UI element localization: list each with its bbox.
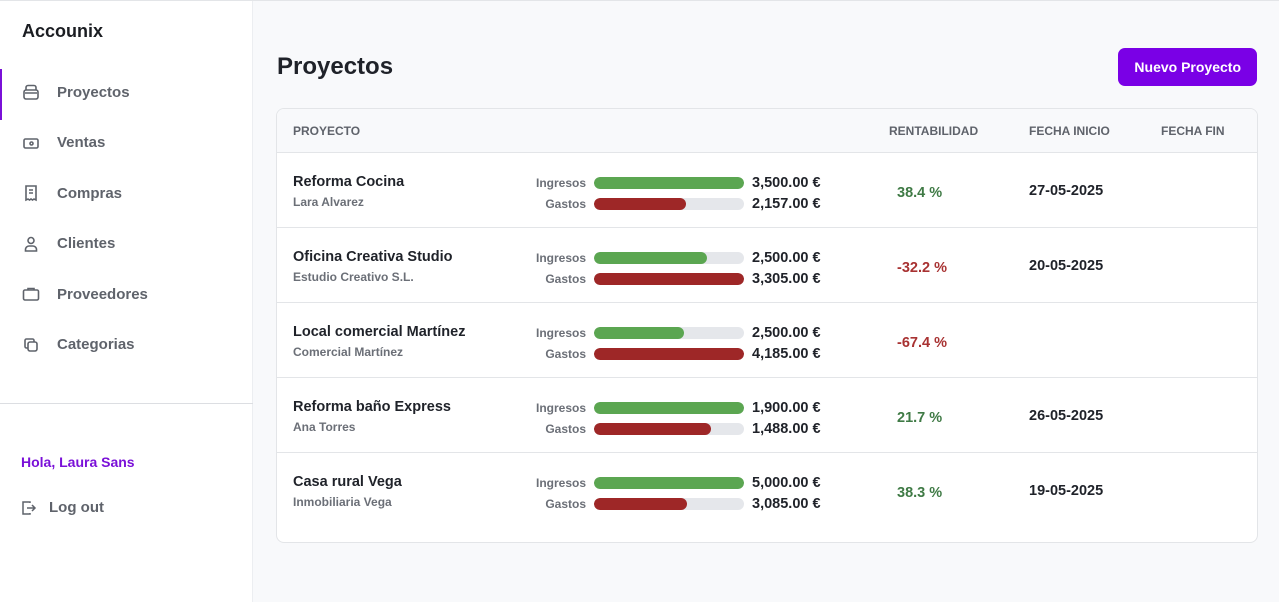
logout-button[interactable]: Log out xyxy=(21,499,104,516)
sidebar-item-label: Proveedores xyxy=(57,285,148,303)
income-value: 2,500.00 € xyxy=(752,249,821,266)
profit-value: 38.4 % xyxy=(897,185,943,201)
income-value: 5,000.00 € xyxy=(752,474,821,491)
profit-value: 38.3 % xyxy=(897,485,943,501)
table-row[interactable]: Oficina Creativa Studio Estudio Creativo… xyxy=(277,228,1257,303)
expense-value: 3,085.00 € xyxy=(752,495,821,512)
sidebar-item-clientes[interactable]: Clientes xyxy=(0,219,253,270)
header-end[interactable]: FECHA FIN xyxy=(1161,124,1225,138)
project-name[interactable]: Oficina Creativa Studio xyxy=(293,249,453,265)
sidebar-item-categorias[interactable]: Categorias xyxy=(0,320,253,371)
table-header: PROYECTO RENTABILIDAD FECHA INICIO FECHA… xyxy=(277,109,1257,153)
start-date: 19-05-2025 xyxy=(1029,483,1104,499)
receipt-icon xyxy=(25,185,37,202)
sidebar-item-label: Proyectos xyxy=(57,83,130,101)
income-expense-bars: Ingresos 3,500.00 € Gastos 2,157.00 € xyxy=(507,172,847,214)
sidebar-item-label: Categorias xyxy=(57,336,135,354)
sidebar-nav: Proyectos Ventas Compras Clientes Provee… xyxy=(0,67,253,370)
sidebar-item-label: Ventas xyxy=(57,134,106,152)
logout-icon xyxy=(22,500,37,515)
expense-value: 3,305.00 € xyxy=(752,270,821,287)
income-value: 2,500.00 € xyxy=(752,324,821,341)
income-expense-bars: Ingresos 5,000.00 € Gastos 3,085.00 € xyxy=(507,472,847,514)
expense-label: Gastos xyxy=(545,496,586,511)
expense-value: 2,157.00 € xyxy=(752,195,821,212)
income-label: Ingresos xyxy=(535,475,586,490)
income-label: Ingresos xyxy=(535,400,586,415)
sidebar-item-label: Clientes xyxy=(57,235,116,253)
header-profit[interactable]: RENTABILIDAD xyxy=(889,124,978,138)
profit-value: -67.4 % xyxy=(897,335,947,351)
expense-label: Gastos xyxy=(545,271,586,286)
table-row[interactable]: Casa rural Vega Inmobiliaria Vega Ingres… xyxy=(277,453,1257,528)
sidebar-item-ventas[interactable]: Ventas xyxy=(0,118,253,169)
profit-value: -32.2 % xyxy=(897,260,947,276)
table-row[interactable]: Reforma baño Express Ana Torres Ingresos… xyxy=(277,378,1257,453)
project-name[interactable]: Casa rural Vega xyxy=(293,474,402,490)
projects-table: PROYECTO RENTABILIDAD FECHA INICIO FECHA… xyxy=(276,108,1258,543)
sidebar-item-compras[interactable]: Compras xyxy=(0,168,253,219)
income-expense-bars: Ingresos 2,500.00 € Gastos 4,185.00 € xyxy=(507,322,847,364)
sidebar-item-proveedores[interactable]: Proveedores xyxy=(0,269,253,320)
expense-bar xyxy=(594,497,744,510)
project-client: Inmobiliaria Vega xyxy=(293,495,392,509)
archive-icon xyxy=(23,84,39,101)
project-client: Estudio Creativo S.L. xyxy=(293,270,414,284)
project-name[interactable]: Reforma Cocina xyxy=(293,174,404,190)
expense-value: 1,488.00 € xyxy=(752,420,821,437)
sidebar-divider xyxy=(0,403,253,404)
logout-label: Log out xyxy=(49,499,104,516)
header-start[interactable]: FECHA INICIO xyxy=(1029,124,1110,138)
expense-bar xyxy=(594,422,744,435)
user-icon xyxy=(24,236,38,252)
page-title: Proyectos xyxy=(277,53,394,80)
project-name[interactable]: Local comercial Martínez xyxy=(293,324,465,340)
income-value: 1,900.00 € xyxy=(752,399,821,416)
expense-label: Gastos xyxy=(545,346,586,361)
start-date: 26-05-2025 xyxy=(1029,408,1104,424)
copy-icon xyxy=(24,337,38,352)
expense-value: 4,185.00 € xyxy=(752,345,821,362)
brand-logo[interactable]: Accounix xyxy=(22,21,103,42)
expense-bar xyxy=(594,197,744,210)
income-value: 3,500.00 € xyxy=(752,174,821,191)
expense-bar xyxy=(594,347,744,360)
sidebar: Accounix Proyectos Ventas Compras Client… xyxy=(0,1,253,602)
expense-bar xyxy=(594,272,744,285)
income-label: Ingresos xyxy=(535,325,586,340)
sidebar-item-proyectos[interactable]: Proyectos xyxy=(0,67,253,119)
main-content: Proyectos Nuevo Proyecto PROYECTO RENTAB… xyxy=(253,1,1279,602)
income-bar xyxy=(594,326,744,339)
cash-icon xyxy=(23,137,39,149)
table-row[interactable]: Reforma Cocina Lara Alvarez Ingresos 3,50… xyxy=(277,153,1257,228)
project-name[interactable]: Reforma baño Express xyxy=(293,399,451,415)
start-date: 27-05-2025 xyxy=(1029,183,1104,199)
income-bar xyxy=(594,476,744,489)
start-date: 20-05-2025 xyxy=(1029,258,1104,274)
income-label: Ingresos xyxy=(535,175,586,190)
income-expense-bars: Ingresos 1,900.00 € Gastos 1,488.00 € xyxy=(507,397,847,439)
project-client: Comercial Martínez xyxy=(293,345,404,359)
project-client: Lara Alvarez xyxy=(293,195,364,209)
income-label: Ingresos xyxy=(535,250,586,265)
income-bar xyxy=(594,176,744,189)
expense-label: Gastos xyxy=(545,421,586,436)
expense-label: Gastos xyxy=(545,196,586,211)
income-bar xyxy=(594,401,744,414)
header-project[interactable]: PROYECTO xyxy=(293,124,360,138)
project-client: Ana Torres xyxy=(293,420,356,434)
briefcase-icon xyxy=(22,287,40,302)
new-project-button[interactable]: Nuevo Proyecto xyxy=(1118,48,1257,86)
sidebar-item-label: Compras xyxy=(57,184,123,202)
income-bar xyxy=(594,251,744,264)
profit-value: 21.7 % xyxy=(897,410,943,426)
income-expense-bars: Ingresos 2,500.00 € Gastos 3,305.00 € xyxy=(507,247,847,289)
table-row[interactable]: Local comercial Martínez Comercial Martí… xyxy=(277,303,1257,378)
user-greeting: Hola, Laura Sans xyxy=(21,454,135,470)
